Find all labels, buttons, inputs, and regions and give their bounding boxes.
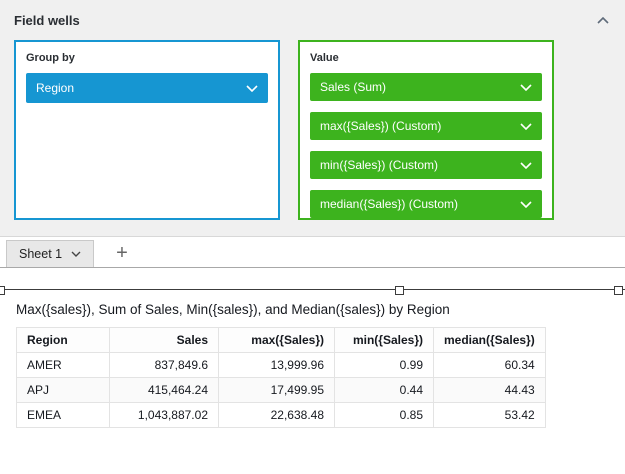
field-pill-label: max({Sales}) (Custom)	[320, 119, 441, 133]
group-by-well[interactable]: Group by Region	[14, 40, 280, 220]
add-sheet-button[interactable]: +	[110, 243, 134, 267]
table-cell: 0.85	[335, 403, 434, 428]
table-cell: 0.44	[335, 378, 434, 403]
column-header-min-sales[interactable]: min({Sales})	[335, 328, 434, 353]
column-header-median-sales[interactable]: median({Sales})	[434, 328, 546, 353]
resize-handle-right[interactable]	[614, 286, 623, 295]
tab-sheet-1[interactable]: Sheet 1	[6, 240, 94, 267]
table-cell: 17,499.95	[219, 378, 335, 403]
group-by-label: Group by	[26, 52, 268, 64]
field-pill-label: Region	[36, 81, 74, 95]
table-cell: 44.43	[434, 378, 546, 403]
sheet-tab-bar: Sheet 1 +	[0, 237, 625, 268]
field-pill-region[interactable]: Region	[26, 73, 268, 103]
field-wells: Group by Region Value Sales (Sum)	[14, 40, 611, 220]
field-wells-header: Field wells	[14, 8, 611, 32]
table-visual: Max({sales}), Sum of Sales, Min({sales})…	[0, 268, 625, 428]
chevron-down-icon[interactable]	[71, 251, 81, 257]
table-row: AMER 837,849.6 13,999.96 0.99 60.34	[17, 353, 546, 378]
field-pill-min-sales[interactable]: min({Sales}) (Custom)	[310, 151, 542, 179]
table-header-row: Region Sales max({Sales}) min({Sales}) m…	[17, 328, 546, 353]
collapse-field-wells-icon[interactable]	[595, 15, 611, 26]
field-pill-label: median({Sales}) (Custom)	[320, 197, 458, 211]
quicksight-analysis-screen: Field wells Group by Region Value Sales …	[0, 0, 625, 474]
field-pill-sales-sum[interactable]: Sales (Sum)	[310, 73, 542, 101]
field-wells-title: Field wells	[14, 13, 80, 28]
value-well[interactable]: Value Sales (Sum) max({Sales}) (Custom) …	[298, 40, 554, 220]
column-header-region[interactable]: Region	[17, 328, 110, 353]
visual-title[interactable]: Max({sales}), Sum of Sales, Min({sales})…	[0, 268, 625, 327]
table-cell: AMER	[17, 353, 110, 378]
table-row: EMEA 1,043,887.02 22,638.48 0.85 53.42	[17, 403, 546, 428]
table-cell: EMEA	[17, 403, 110, 428]
table-cell: 415,464.24	[110, 378, 219, 403]
field-pill-label: min({Sales}) (Custom)	[320, 158, 438, 172]
column-header-sales[interactable]: Sales	[110, 328, 219, 353]
table-cell: 60.34	[434, 353, 546, 378]
table-cell: 0.99	[335, 353, 434, 378]
chevron-down-icon[interactable]	[520, 84, 532, 91]
sheet-canvas: Max({sales}), Sum of Sales, Min({sales})…	[0, 268, 625, 474]
visual-table: Region Sales max({Sales}) min({Sales}) m…	[16, 327, 546, 428]
chevron-down-icon[interactable]	[246, 85, 258, 92]
table-cell: 22,638.48	[219, 403, 335, 428]
table-cell: 53.42	[434, 403, 546, 428]
visual-selection-border	[0, 289, 625, 290]
table-row: APJ 415,464.24 17,499.95 0.44 44.43	[17, 378, 546, 403]
sheet-tab-label: Sheet 1	[19, 247, 62, 261]
resize-handle-center[interactable]	[395, 286, 404, 295]
table-cell: 13,999.96	[219, 353, 335, 378]
field-wells-panel: Field wells Group by Region Value Sales …	[0, 0, 625, 237]
table-cell: 1,043,887.02	[110, 403, 219, 428]
table-cell: APJ	[17, 378, 110, 403]
field-pill-max-sales[interactable]: max({Sales}) (Custom)	[310, 112, 542, 140]
resize-handle-left[interactable]	[0, 286, 5, 295]
field-pill-median-sales[interactable]: median({Sales}) (Custom)	[310, 190, 542, 218]
value-label: Value	[310, 52, 542, 64]
column-header-max-sales[interactable]: max({Sales})	[219, 328, 335, 353]
chevron-down-icon[interactable]	[520, 123, 532, 130]
chevron-down-icon[interactable]	[520, 201, 532, 208]
chevron-down-icon[interactable]	[520, 162, 532, 169]
field-pill-label: Sales (Sum)	[320, 80, 386, 94]
table-cell: 837,849.6	[110, 353, 219, 378]
